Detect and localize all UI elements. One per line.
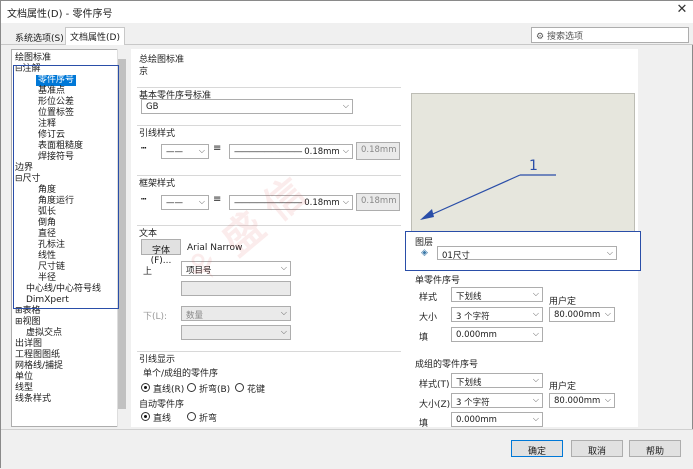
radio-spline-label: 花键	[247, 385, 266, 395]
layer-label: 图层	[415, 238, 434, 248]
title-bar: 文档属性(D) - 零件序号 ✕	[1, 1, 693, 23]
frame-style-label: 框架样式	[139, 179, 176, 189]
highlight-box-tree	[13, 65, 119, 309]
radio-straight-label: 直线(R)	[153, 385, 185, 395]
line-style-icon: ┅	[141, 195, 147, 205]
fill-label: 填	[419, 333, 429, 343]
tree-scroll-thumb[interactable]	[118, 59, 126, 409]
size-select[interactable]: 3 个字符 ⌵	[451, 307, 543, 322]
lower-label: 下(L):	[143, 312, 168, 322]
ok-button[interactable]: 确定	[511, 440, 563, 457]
tree-item[interactable]: ⊞视图	[15, 317, 41, 328]
group-size-select[interactable]: 3 个字符 ⌵	[451, 393, 543, 408]
close-icon[interactable]: ✕	[673, 2, 691, 20]
leader-style-label: 引线样式	[139, 129, 176, 139]
radio-bent[interactable]	[187, 383, 196, 392]
group-fill-input[interactable]: 0.000mm ⌵	[451, 412, 543, 427]
single-group-label: 单个/成组的零件序	[143, 369, 219, 379]
line-style-icon: ┅	[141, 144, 147, 154]
tree-item[interactable]: 网格线/捕捉	[15, 361, 63, 372]
group-fill-label: 填	[419, 419, 429, 429]
frame-line-style-select[interactable]: —— ⌵	[161, 195, 209, 210]
layer-select[interactable]: 01尺寸 ⌵	[437, 246, 617, 260]
tree-item[interactable]: 出详图	[15, 339, 42, 350]
frame-custom-thickness: 0.18mm	[356, 193, 400, 211]
text-label: 文本	[139, 229, 158, 239]
group-style-select[interactable]: 下划线 ⌵	[451, 373, 543, 388]
line-thickness-icon: ≡	[213, 194, 222, 205]
group-size-label: 大小(Z)	[419, 400, 451, 410]
radio-spline[interactable]	[235, 383, 244, 392]
callout-number: 1	[529, 158, 538, 174]
radio-auto-straight[interactable]	[141, 412, 150, 421]
panel-scrollbar[interactable]	[675, 49, 685, 427]
radio-auto-bent[interactable]	[187, 412, 196, 421]
tree-item[interactable]: 绘图标准	[15, 53, 51, 64]
leader-display-label: 引线显示	[139, 355, 176, 365]
window-title: 文档属性(D) - 零件序号	[7, 9, 113, 20]
style-select[interactable]: 下划线 ⌵	[451, 287, 543, 302]
tree-item[interactable]: 工程图图纸	[15, 350, 60, 361]
radio-auto-straight-label: 直线	[153, 414, 172, 424]
radio-auto-bent-label: 折弯	[199, 414, 218, 424]
tree-item[interactable]: 虚拟交点	[26, 328, 62, 339]
upper-label: 上	[143, 267, 153, 277]
radio-straight[interactable]	[141, 383, 150, 392]
overall-standard-value: 京	[139, 67, 149, 77]
tree-item[interactable]: 单位	[15, 372, 33, 383]
lower-custom-field: ⌵	[181, 325, 291, 340]
style-label: 样式	[419, 293, 438, 303]
group-user-defined-label: 用户定	[549, 382, 577, 392]
line-thickness-icon: ≡	[213, 143, 222, 154]
base-standard-select[interactable]: GB ⌵	[141, 99, 353, 114]
leader-line-style-select[interactable]: —— ⌵	[161, 144, 209, 159]
document-properties-dialog: 文档属性(D) - 零件序号 ✕ 系统选项(S) 文档属性(D) ⚙ 搜索选项 …	[0, 0, 693, 469]
group-balloon-title: 成组的零件序号	[415, 360, 479, 370]
callout-arrow-icon	[420, 174, 556, 220]
tab-document-properties[interactable]: 文档属性(D)	[65, 27, 125, 45]
user-defined-size[interactable]: 80.000mm ⌵	[549, 307, 615, 322]
radio-bent-label: 折弯(B)	[199, 385, 231, 395]
group-style-label: 样式(T)	[419, 380, 450, 390]
leader-thickness-select[interactable]: ————————— 0.18mm ⌵	[229, 144, 353, 159]
fill-input[interactable]: 0.000mm ⌵	[451, 327, 543, 342]
size-label: 大小	[419, 313, 438, 323]
single-balloon-title: 单零件序号	[415, 276, 461, 286]
tree-item[interactable]: 线型	[15, 383, 33, 394]
lower-text-select: 数量 ⌵	[181, 306, 291, 321]
search-placeholder: 搜索选项	[546, 32, 583, 42]
layer-icon: ◈	[421, 248, 428, 258]
search-input[interactable]: ⚙ 搜索选项	[531, 27, 689, 43]
tree-item[interactable]: 线条样式	[15, 394, 51, 405]
auto-balloon-label: 自动零件序	[139, 400, 185, 410]
gear-icon: ⚙	[536, 32, 545, 42]
tab-system-options[interactable]: 系统选项(S)	[11, 29, 68, 45]
user-defined-label: 用户定	[549, 297, 577, 307]
group-user-defined-size[interactable]: 80.000mm ⌵	[549, 393, 615, 408]
cancel-button[interactable]: 取消	[571, 440, 623, 457]
leader-custom-thickness: 0.18mm	[356, 142, 400, 160]
help-button[interactable]: 帮助	[629, 440, 681, 457]
